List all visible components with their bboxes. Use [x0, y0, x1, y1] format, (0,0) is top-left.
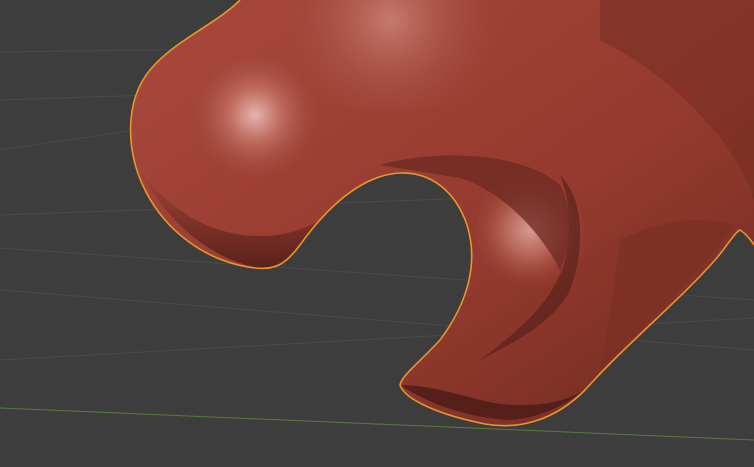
3d-viewport[interactable]: [0, 0, 754, 467]
x-axis-line: [0, 407, 754, 441]
sculpt-mesh[interactable]: [129, 0, 754, 427]
viewport-canvas[interactable]: [0, 0, 754, 467]
